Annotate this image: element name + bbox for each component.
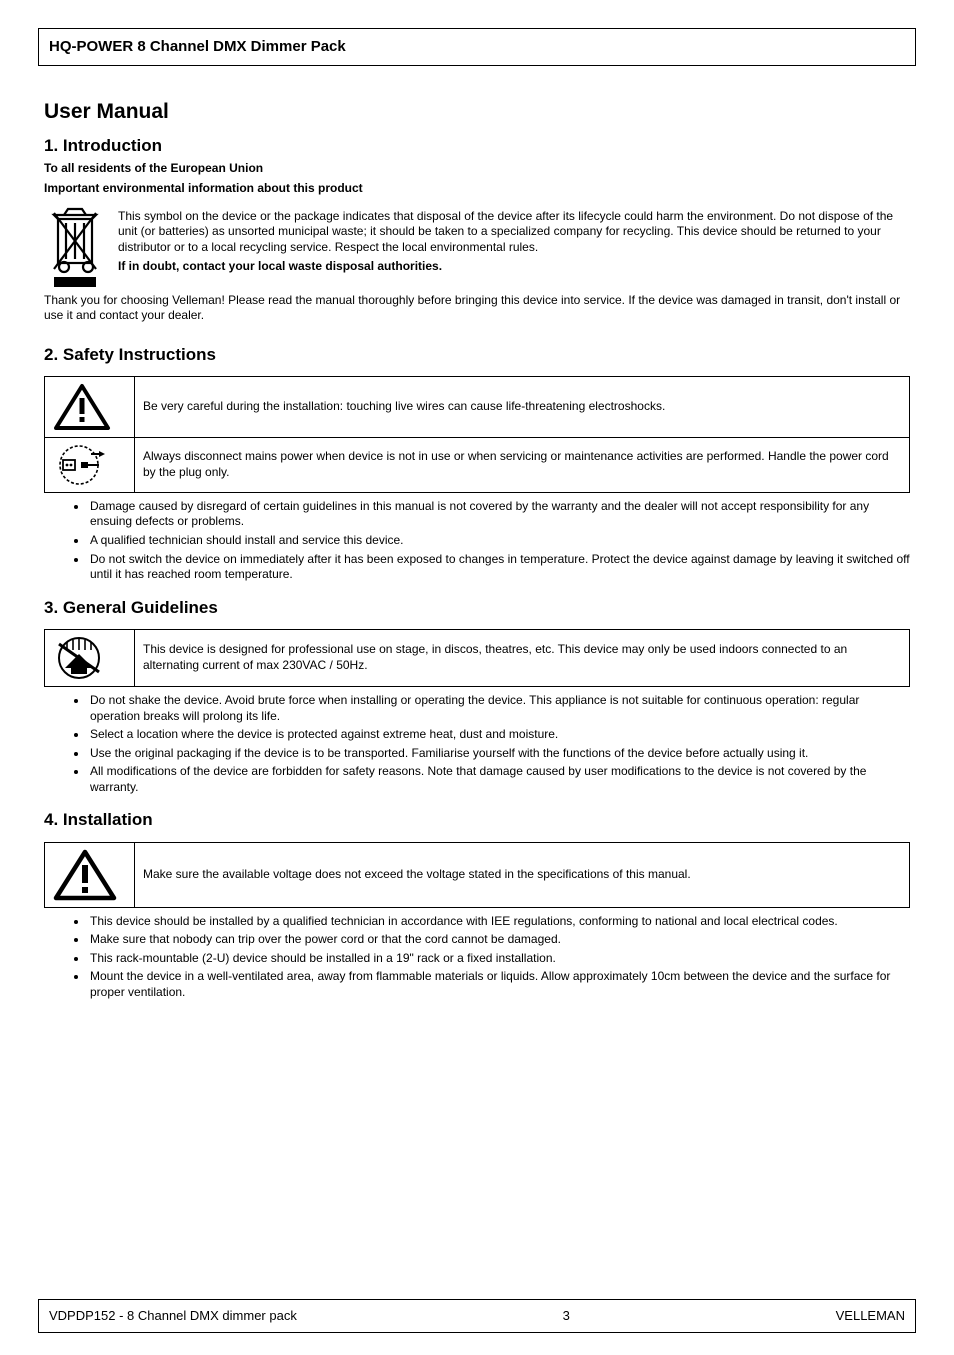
intro-to-all: To all residents of the European Union (44, 161, 910, 177)
footer-page-number: 3 (563, 1308, 570, 1325)
safety-unplug-text: Always disconnect mains power when devic… (135, 437, 910, 492)
heading-installation: 4. Installation (44, 809, 910, 831)
warning-triangle-icon (53, 849, 126, 901)
list-item: Mount the device in a well-ventilated ar… (88, 969, 910, 1000)
list-item: Do not shake the device. Avoid brute for… (88, 693, 910, 724)
install-bullets: This device should be installed by a qua… (44, 914, 910, 1001)
weee-bin-icon (44, 203, 106, 289)
general-indoor-text: This device is designed for professional… (135, 629, 910, 686)
list-item: Select a location where the device is pr… (88, 727, 910, 743)
heading-general: 3. General Guidelines (44, 597, 910, 619)
heading-safety: 2. Safety Instructions (44, 344, 910, 366)
footer-right-text: VELLEMAN (836, 1308, 905, 1325)
warning-triangle-icon (53, 383, 126, 431)
list-item: Do not switch the device on immediately … (88, 552, 910, 583)
footer-bar: VDPDP152 - 8 Channel DMX dimmer pack 3 V… (38, 1299, 916, 1333)
list-item: All modifications of the device are forb… (88, 764, 910, 795)
general-bullets: Do not shake the device. Avoid brute for… (44, 693, 910, 796)
list-item: This device should be installed by a qua… (88, 914, 910, 930)
install-warn-text: Make sure the available voltage does not… (135, 842, 910, 907)
list-item: Make sure that nobody can trip over the … (88, 932, 910, 948)
list-item: Use the original packaging if the device… (88, 746, 910, 762)
list-item: Damage caused by disregard of certain gu… (88, 499, 910, 530)
install-warning-cell (45, 842, 135, 907)
safety-warn-text: Be very careful during the installation:… (135, 376, 910, 437)
page-title: User Manual (44, 98, 910, 125)
general-notice-table: This device is designed for professional… (44, 629, 910, 687)
heading-introduction: 1. Introduction (44, 135, 910, 157)
content-area: User Manual 1. Introduction To all resid… (38, 66, 916, 1001)
indoor-cell (45, 629, 135, 686)
intro-doubt: If in doubt, contact your local waste di… (118, 259, 910, 275)
safety-notice-table: Be very careful during the installation:… (44, 376, 910, 493)
header-bar: HQ-POWER 8 Channel DMX Dimmer Pack (38, 28, 916, 66)
install-notice-table: Make sure the available voltage does not… (44, 842, 910, 908)
indoor-use-icon (53, 636, 126, 680)
intro-env-info: Important environmental information abou… (44, 181, 910, 197)
intro-thanks: Thank you for choosing Velleman! Please … (44, 293, 910, 324)
unplug-icon (53, 444, 126, 486)
intro-weee-text: This symbol on the device or the package… (118, 209, 910, 256)
footer-left-text: VDPDP152 - 8 Channel DMX dimmer pack (49, 1308, 297, 1325)
header-title: HQ-POWER 8 Channel DMX Dimmer Pack (49, 37, 346, 57)
list-item: A qualified technician should install an… (88, 533, 910, 549)
list-item: This rack-mountable (2-U) device should … (88, 951, 910, 967)
unplug-cell (45, 437, 135, 492)
warning-cell (45, 376, 135, 437)
safety-bullets: Damage caused by disregard of certain gu… (44, 499, 910, 583)
